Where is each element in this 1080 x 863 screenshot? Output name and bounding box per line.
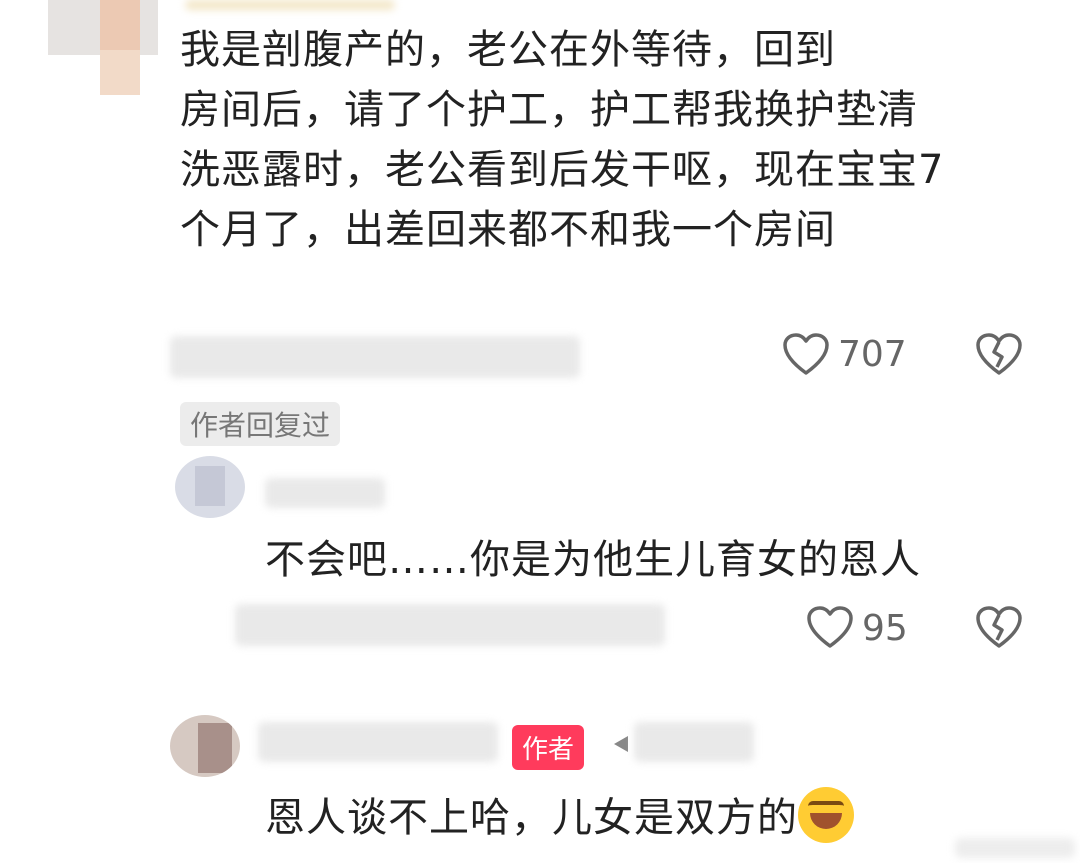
top-emoji-row bbox=[185, 0, 395, 10]
dislike-button[interactable] bbox=[975, 606, 1023, 650]
comment-text: 我是剖腹产的，老公在外等待，回到 房间后，请了个护工，护工帮我换护垫清 洗恶露时… bbox=[180, 20, 1040, 260]
broken-heart-icon bbox=[976, 606, 1022, 648]
reply-username[interactable] bbox=[265, 478, 385, 508]
rofl-emoji-icon bbox=[798, 787, 854, 843]
heart-outline-icon bbox=[807, 606, 853, 648]
reply-meta bbox=[235, 604, 665, 646]
comment-meta bbox=[170, 336, 580, 378]
reply-avatar[interactable] bbox=[175, 456, 245, 518]
like-count: 95 bbox=[862, 608, 908, 649]
comment-line: 个月了，出差回来都不和我一个房间 bbox=[180, 207, 836, 253]
reply-to-username[interactable] bbox=[634, 722, 754, 762]
reply-username[interactable] bbox=[258, 722, 498, 762]
reply-text-content: 恩人谈不上哈，儿女是双方的 bbox=[265, 795, 798, 841]
reply-avatar[interactable] bbox=[170, 715, 240, 777]
heart-outline-icon bbox=[783, 333, 829, 375]
avatar[interactable] bbox=[48, 0, 158, 95]
reply-arrow-icon bbox=[612, 734, 630, 754]
watermark bbox=[955, 838, 1075, 858]
comment-line: 我是剖腹产的，老公在外等待，回到 bbox=[180, 27, 836, 73]
comment-line: 房间后，请了个护工，护工帮我换护垫清 bbox=[180, 87, 918, 133]
like-button[interactable] bbox=[782, 333, 830, 377]
comment-line: 洗恶露时，老公看到后发干呕，现在宝宝7 bbox=[180, 147, 945, 193]
author-badge: 作者 bbox=[512, 725, 585, 770]
like-count: 707 bbox=[838, 334, 907, 375]
reply-text: 恩人谈不上哈，儿女是双方的 bbox=[265, 787, 854, 848]
author-replied-badge[interactable]: 作者回复过 bbox=[180, 402, 341, 446]
reply-text: 不会吧……你是为他生儿育女的恩人 bbox=[265, 537, 921, 583]
like-button[interactable] bbox=[806, 606, 854, 650]
dislike-button[interactable] bbox=[975, 333, 1023, 377]
broken-heart-icon bbox=[976, 333, 1022, 375]
